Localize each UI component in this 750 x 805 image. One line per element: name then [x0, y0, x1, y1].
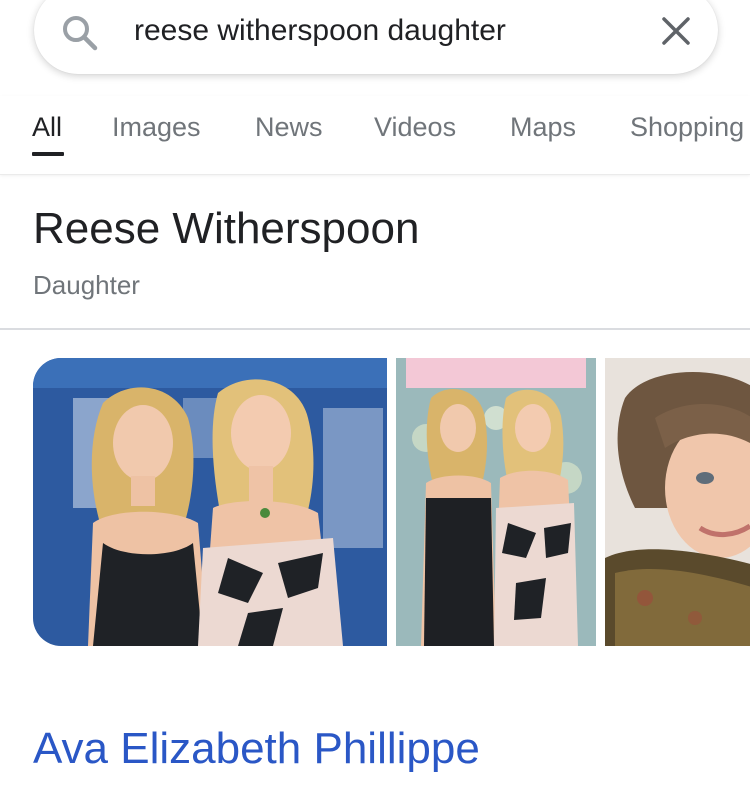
- answer-link[interactable]: Ava Elizabeth Phillippe: [33, 724, 480, 774]
- knowledge-subtitle: Daughter: [33, 270, 140, 300]
- knowledge-title: Reese Witherspoon: [33, 204, 420, 253]
- photo-portrait-close-up: [605, 358, 750, 646]
- tab-news[interactable]: News: [255, 112, 323, 143]
- close-icon[interactable]: [658, 13, 694, 49]
- tab-videos[interactable]: Videos: [374, 112, 456, 143]
- tab-shopping[interactable]: Shopping: [630, 112, 744, 143]
- active-tab-indicator: [32, 152, 64, 156]
- image-result-2[interactable]: [396, 358, 596, 646]
- image-result-3[interactable]: [605, 358, 750, 646]
- search-icon[interactable]: [60, 13, 100, 53]
- photo-two-women-blue-backdrop: [33, 358, 387, 646]
- tab-maps[interactable]: Maps: [510, 112, 576, 143]
- tab-all[interactable]: All: [32, 112, 62, 143]
- image-result-1[interactable]: [33, 358, 387, 646]
- search-results-page: reese witherspoon daughter All Images Ne…: [0, 0, 750, 805]
- search-tabs: All Images News Videos Maps Shopping: [0, 96, 750, 175]
- photo-two-women-floral-backdrop: [396, 358, 596, 646]
- search-bar[interactable]: reese witherspoon daughter: [34, 0, 718, 74]
- search-input[interactable]: reese witherspoon daughter: [134, 14, 506, 48]
- tab-images[interactable]: Images: [112, 112, 201, 143]
- divider: [0, 328, 750, 330]
